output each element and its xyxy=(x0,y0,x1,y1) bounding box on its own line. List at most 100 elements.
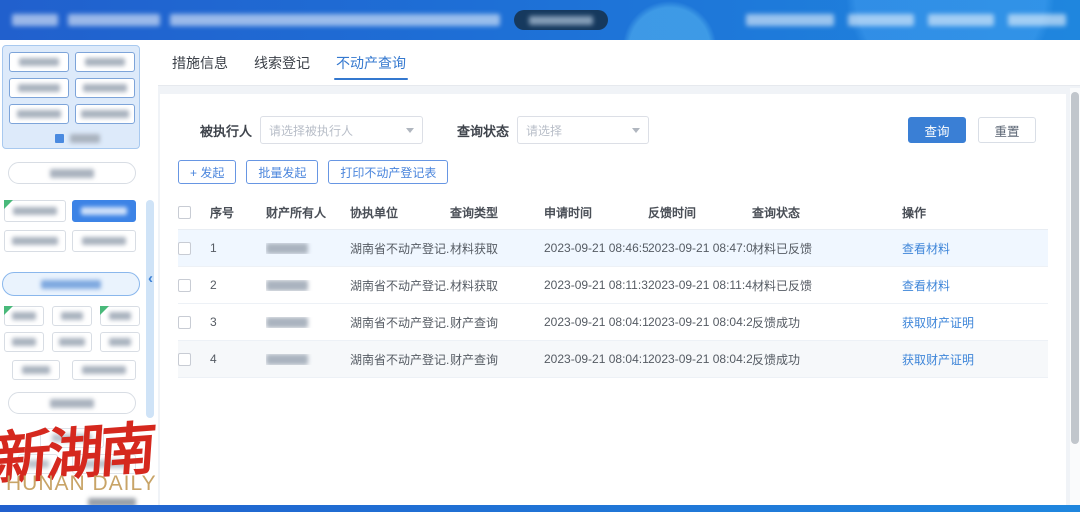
flow-node[interactable] xyxy=(9,78,69,98)
tab-real-estate-query[interactable]: 不动产查询 xyxy=(336,40,406,86)
flow-node[interactable] xyxy=(72,230,136,252)
row-action-link[interactable]: 获取财产证明 xyxy=(902,353,974,367)
row-checkbox[interactable] xyxy=(178,353,191,366)
query-status-label: 查询状态 xyxy=(457,121,509,140)
flow-node[interactable] xyxy=(9,104,69,124)
col-header-owner: 财产所有人 xyxy=(266,204,350,221)
tab-measure-info[interactable]: 措施信息 xyxy=(172,40,228,86)
row-no: 1 xyxy=(210,241,266,255)
row-no: 4 xyxy=(210,352,266,366)
header-badge[interactable] xyxy=(514,10,608,30)
row-feedback-time: 2023-09-21 08:11:44 xyxy=(648,278,752,292)
col-header-no: 序号 xyxy=(210,204,266,221)
header-title-blurred xyxy=(12,14,500,26)
header-menu-item-blurred[interactable] xyxy=(928,14,994,26)
chevron-down-icon xyxy=(632,128,640,133)
flow-node[interactable] xyxy=(75,78,135,98)
flow-node[interactable] xyxy=(52,306,92,326)
flow-node[interactable] xyxy=(9,52,69,72)
row-query-type: 财产查询 xyxy=(450,314,544,331)
executee-label: 被执行人 xyxy=(200,121,252,140)
flow-node-pill[interactable] xyxy=(8,162,136,184)
row-status: 材料已反馈 xyxy=(752,277,902,294)
print-registration-button[interactable]: 打印不动产登记表 xyxy=(328,160,448,184)
col-header-feedback-time: 反馈时间 xyxy=(648,204,752,221)
table-row: 1 湖南省不动产登记... 材料获取 2023-09-21 08:46:58 2… xyxy=(178,230,1048,267)
header-menu-item-blurred[interactable] xyxy=(746,14,834,26)
query-button[interactable]: 查询 xyxy=(908,117,966,143)
blurred-text xyxy=(529,16,593,25)
flow-node[interactable] xyxy=(12,360,60,380)
reset-button[interactable]: 重置 xyxy=(978,117,1036,143)
col-header-type: 查询类型 xyxy=(450,204,544,221)
table-row: 3 湖南省不动产登记... 财产查询 2023-09-21 08:04:12 2… xyxy=(178,304,1048,341)
row-query-type: 材料获取 xyxy=(450,240,544,257)
row-apply-time: 2023-09-21 08:46:58 xyxy=(544,241,648,255)
row-status: 反馈成功 xyxy=(752,314,902,331)
initiate-button[interactable]: + 发起 xyxy=(178,160,236,184)
flow-node-flagged[interactable] xyxy=(100,306,140,326)
row-unit: 湖南省不动产登记... xyxy=(350,277,450,294)
select-all-checkbox[interactable] xyxy=(178,206,191,219)
row-unit: 湖南省不动产登记... xyxy=(350,351,450,368)
row-query-type: 财产查询 xyxy=(450,351,544,368)
blurred-text xyxy=(170,14,500,26)
flow-node-flagged[interactable] xyxy=(4,200,66,222)
query-status-placeholder: 请选择 xyxy=(526,122,626,139)
flow-node[interactable] xyxy=(75,104,135,124)
flow-node[interactable] xyxy=(100,332,140,352)
blurred-text xyxy=(12,14,58,26)
query-status-select[interactable]: 请选择 xyxy=(517,116,649,144)
header-menu-item-blurred[interactable] xyxy=(848,14,914,26)
flow-node[interactable] xyxy=(4,332,44,352)
flow-node[interactable] xyxy=(75,52,135,72)
col-header-action: 操作 xyxy=(902,204,1048,221)
row-action-link[interactable]: 获取财产证明 xyxy=(902,316,974,330)
collapse-sidebar-icon[interactable]: ‹ xyxy=(144,268,157,290)
owner-name-blurred xyxy=(266,317,308,328)
flow-node[interactable] xyxy=(4,306,44,326)
flow-node[interactable] xyxy=(4,230,66,252)
row-checkbox[interactable] xyxy=(178,242,191,255)
owner-name-blurred xyxy=(266,280,308,291)
flow-node[interactable] xyxy=(52,332,92,352)
flow-node[interactable] xyxy=(72,360,136,380)
table-header-row: 序号 财产所有人 协执单位 查询类型 申请时间 反馈时间 查询状态 操作 xyxy=(178,196,1048,230)
hunan-daily-logo-subtitle: HUNAN DAILY xyxy=(6,472,157,496)
scrollbar-track[interactable] xyxy=(1070,88,1080,505)
header-menu xyxy=(746,14,1066,26)
flow-legend xyxy=(55,134,100,143)
row-unit: 湖南省不动产登记... xyxy=(350,314,450,331)
row-unit: 湖南省不动产登记... xyxy=(350,240,450,257)
batch-initiate-button[interactable]: 批量发起 xyxy=(246,160,318,184)
filter-row: 被执行人 请选择被执行人 查询状态 请选择 查询 重置 xyxy=(200,116,1036,144)
row-action-link[interactable]: 查看材料 xyxy=(902,279,950,293)
query-result-table: 序号 财产所有人 协执单位 查询类型 申请时间 反馈时间 查询状态 操作 xyxy=(178,196,1048,378)
row-no: 2 xyxy=(210,278,266,292)
app-header xyxy=(0,0,1080,40)
sidebar-scroll-rail[interactable] xyxy=(146,200,154,418)
scrollbar-thumb[interactable] xyxy=(1071,92,1079,444)
main-content: 措施信息 线索登记 不动产查询 被执行人 请选择被执行人 查询状态 请选择 xyxy=(158,40,1080,505)
tab-bar: 措施信息 线索登记 不动产查询 xyxy=(158,40,1080,86)
blurred-text xyxy=(68,14,160,26)
col-header-apply-time: 申请时间 xyxy=(544,204,648,221)
screenshot-root: ‹ 新湖南 HUNAN DAILY 措施信息 线索登记 不动产查询 被执行人 请… xyxy=(0,0,1080,512)
sidebar-flowchart: ‹ 新湖南 HUNAN DAILY xyxy=(0,40,158,505)
flow-node-active[interactable] xyxy=(72,200,136,222)
executee-select[interactable]: 请选择被执行人 xyxy=(260,116,423,144)
row-checkbox[interactable] xyxy=(178,279,191,292)
page-footer-strip xyxy=(0,505,1080,512)
row-status: 材料已反馈 xyxy=(752,240,902,257)
col-header-status: 查询状态 xyxy=(752,204,902,221)
row-feedback-time: 2023-09-21 08:04:29 xyxy=(648,352,752,366)
chevron-down-icon xyxy=(406,128,414,133)
tab-clue-registration[interactable]: 线索登记 xyxy=(254,40,310,86)
flow-node-property-query[interactable] xyxy=(2,272,140,296)
row-query-type: 材料获取 xyxy=(450,277,544,294)
flow-group-panel xyxy=(2,45,140,149)
row-checkbox[interactable] xyxy=(178,316,191,329)
row-apply-time: 2023-09-21 08:11:38 xyxy=(544,278,648,292)
row-action-link[interactable]: 查看材料 xyxy=(902,242,950,256)
header-menu-item-blurred[interactable] xyxy=(1008,14,1066,26)
